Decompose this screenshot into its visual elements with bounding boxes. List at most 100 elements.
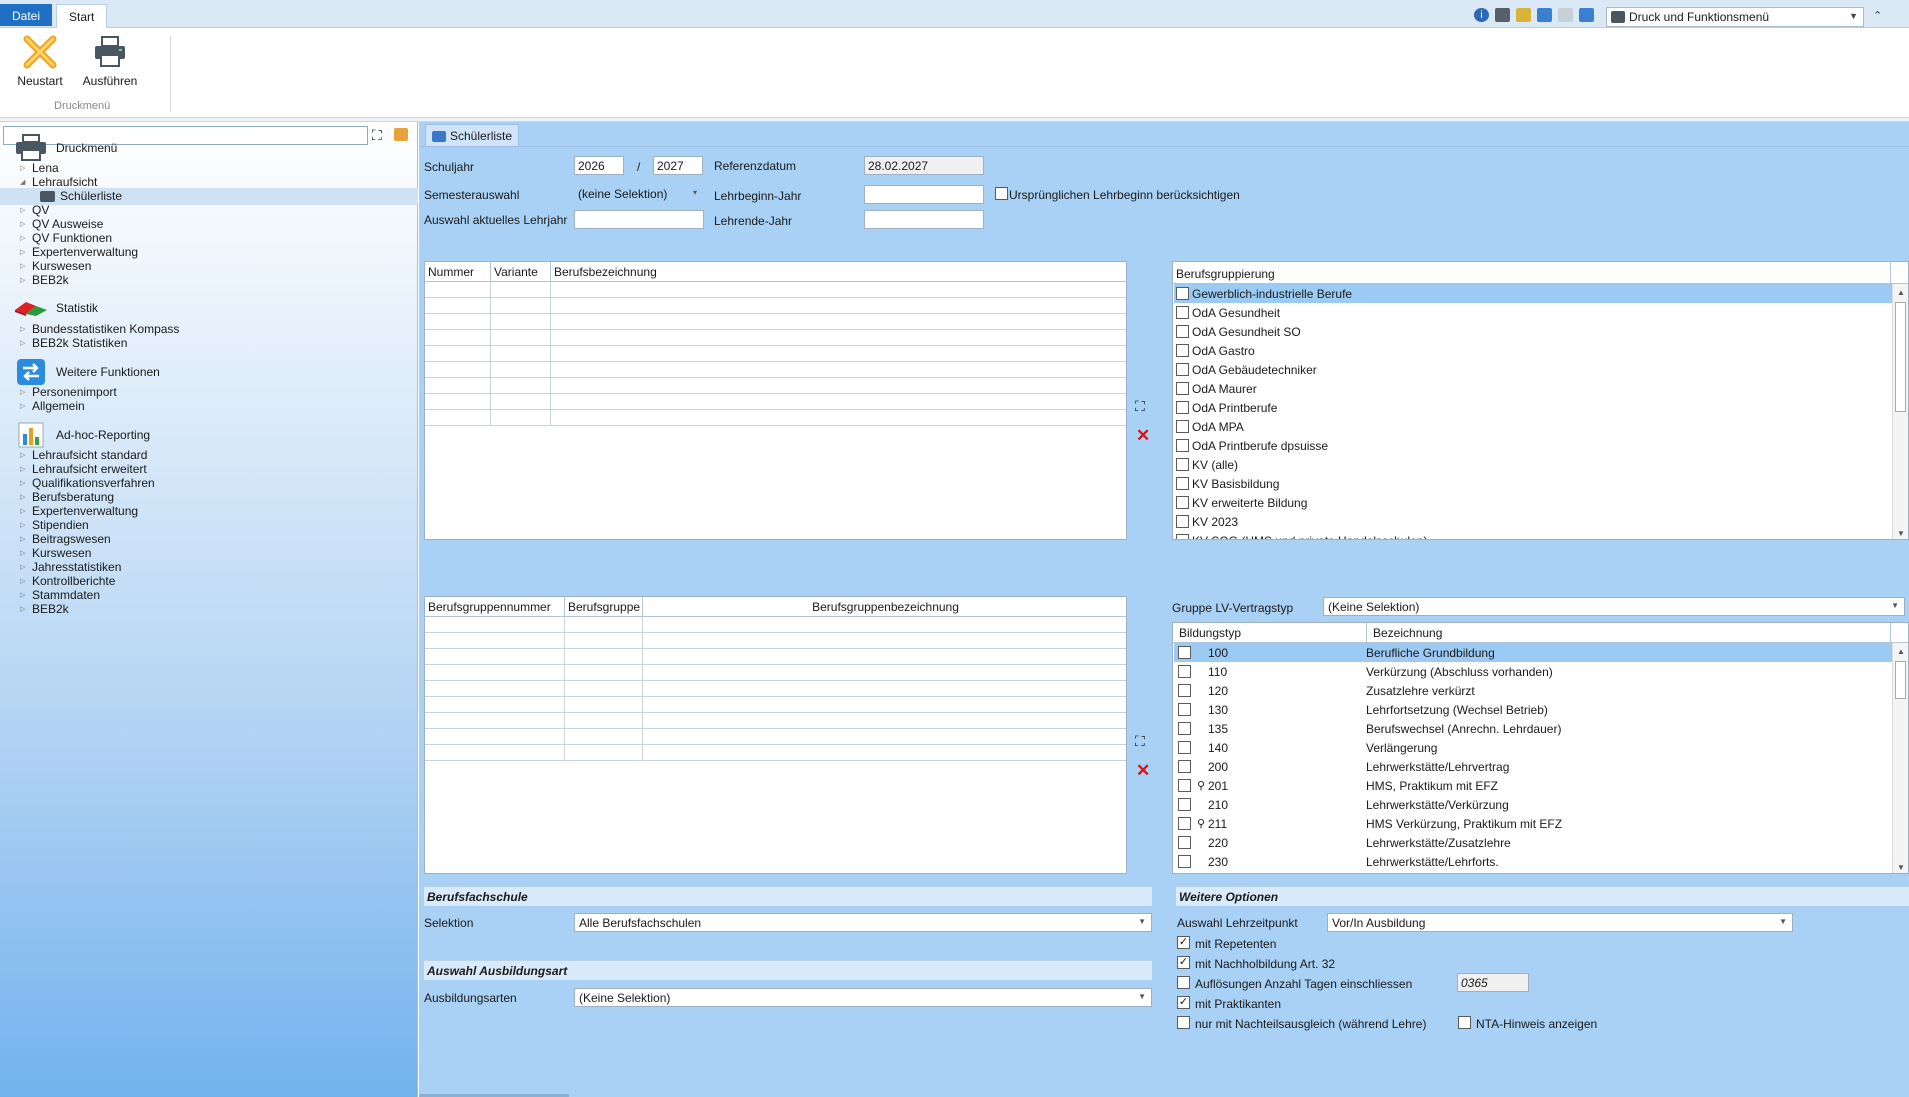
vertragstyp-select[interactable]: (Keine Selektion) ▼ bbox=[1323, 597, 1905, 616]
berufsgruppierung-list[interactable]: Berufsgruppierung Gewerblich-industriell… bbox=[1172, 261, 1909, 540]
list-item[interactable]: 135 Berufswechsel (Anrechn. Lehrdauer) bbox=[1174, 719, 1892, 738]
scrollbar-thumb[interactable] bbox=[1895, 661, 1906, 699]
scroll-up-icon[interactable]: ▲ bbox=[1897, 288, 1905, 297]
list-item[interactable]: 110 Verkürzung (Abschluss vorhanden) bbox=[1174, 662, 1892, 681]
list-item-checkbox[interactable] bbox=[1176, 534, 1189, 539]
info-icon[interactable]: i bbox=[1474, 8, 1489, 22]
section-weitere-funktionen[interactable]: Weitere Funktionen bbox=[14, 358, 160, 386]
aktuelles-lehrjahr-input[interactable] bbox=[574, 210, 704, 229]
person-icon[interactable] bbox=[1516, 8, 1531, 22]
list-item-checkbox[interactable] bbox=[1176, 458, 1189, 471]
list-item-checkbox[interactable] bbox=[1176, 306, 1189, 319]
list-item[interactable]: ⚲ 211 HMS Verkürzung, Praktikum mit EFZ bbox=[1174, 814, 1892, 833]
tab-datei[interactable]: Datei bbox=[0, 4, 52, 26]
list-item-checkbox[interactable] bbox=[1178, 741, 1191, 754]
lehrbeginn-input[interactable] bbox=[864, 185, 984, 204]
list-item[interactable]: OdA Gastro bbox=[1174, 341, 1892, 360]
list-item-checkbox[interactable] bbox=[1178, 855, 1191, 868]
list-item-checkbox[interactable] bbox=[1176, 287, 1189, 300]
list-item-checkbox[interactable] bbox=[1178, 722, 1191, 735]
list-item[interactable]: 200 Lehrwerkstätte/Lehrvertrag bbox=[1174, 757, 1892, 776]
list-item[interactable]: KV Basisbildung bbox=[1174, 474, 1892, 493]
schuljahr-to-input[interactable]: 2027 bbox=[653, 156, 703, 175]
list-item-checkbox[interactable] bbox=[1178, 684, 1191, 697]
scroll-down-icon[interactable]: ▼ bbox=[1897, 529, 1905, 538]
repetenten-checkbox[interactable]: ✓ bbox=[1177, 936, 1190, 949]
semester-select[interactable]: (keine Selektion) ▾ bbox=[574, 185, 702, 204]
nachteilsausgleich-checkbox[interactable] bbox=[1177, 1016, 1190, 1029]
section-statistik[interactable]: Statistik bbox=[14, 294, 98, 322]
list-item[interactable]: Gewerblich-industrielle Berufe bbox=[1174, 284, 1892, 303]
column-header-variante[interactable]: Variante bbox=[491, 262, 551, 281]
list-item-checkbox[interactable] bbox=[1176, 496, 1189, 509]
print-function-menu-select[interactable]: Druck und Funktionsmenü ▼ bbox=[1606, 7, 1864, 27]
column-header-bildungstyp[interactable]: Bildungstyp bbox=[1173, 623, 1367, 642]
folder-icon[interactable] bbox=[394, 128, 408, 141]
vertical-scrollbar[interactable]: ▲ ▼ bbox=[1892, 284, 1908, 539]
column-header-nummer[interactable]: Nummer bbox=[425, 262, 491, 281]
table-row[interactable] bbox=[425, 298, 1126, 314]
praktikanten-checkbox[interactable]: ✓ bbox=[1177, 996, 1190, 1009]
list-item[interactable]: OdA Printberufe bbox=[1174, 398, 1892, 417]
list-item-checkbox[interactable] bbox=[1176, 401, 1189, 414]
table-row[interactable] bbox=[425, 745, 1126, 761]
column-header-berufsgruppierung[interactable]: Berufsgruppierung bbox=[1173, 262, 1891, 283]
table-row[interactable] bbox=[425, 314, 1126, 330]
chart-icon[interactable] bbox=[1537, 8, 1552, 22]
list-item[interactable]: 210 Lehrwerkstätte/Verkürzung bbox=[1174, 795, 1892, 814]
table-row[interactable] bbox=[425, 346, 1126, 362]
list-item-checkbox[interactable] bbox=[1176, 344, 1189, 357]
expand-arrow-icon[interactable]: ▷ bbox=[20, 601, 25, 618]
list-item-checkbox[interactable] bbox=[1176, 382, 1189, 395]
column-header-berufsgruppennummer[interactable]: Berufsgruppennummer bbox=[425, 597, 565, 616]
berufsgruppen-grid[interactable]: Berufsgruppennummer Berufsgruppe Berufsg… bbox=[424, 596, 1127, 874]
table-row[interactable] bbox=[425, 282, 1126, 298]
scroll-up-icon[interactable]: ▲ bbox=[1897, 647, 1905, 656]
list-item-checkbox[interactable] bbox=[1176, 325, 1189, 338]
column-header-bezeichnung[interactable]: Bezeichnung bbox=[1367, 623, 1891, 642]
list-item[interactable]: ⚲231HMS Lehrfortsetzung, Prak. mit EFZ bbox=[1174, 871, 1892, 873]
list-item-checkbox[interactable] bbox=[1178, 836, 1191, 849]
list-item-checkbox[interactable] bbox=[1176, 363, 1189, 376]
table-row[interactable] bbox=[425, 633, 1126, 649]
lehrzeitpunkt-select[interactable]: Vor/In Ausbildung ▼ bbox=[1327, 913, 1793, 932]
sidebar-item-beb2k-2[interactable]: ▷ BEB2k bbox=[20, 601, 69, 618]
table-row[interactable] bbox=[425, 713, 1126, 729]
column-header-berufsgruppe[interactable]: Berufsgruppe bbox=[565, 597, 643, 616]
list-item[interactable]: KV SOG (HMS und private Handelsschulen) bbox=[1174, 531, 1892, 539]
edit-document-icon[interactable] bbox=[1579, 8, 1594, 22]
binoculars-search-icon[interactable]: ⛶ bbox=[1135, 398, 1145, 415]
list-item-checkbox[interactable] bbox=[1178, 703, 1191, 716]
tab-start[interactable]: Start bbox=[56, 4, 108, 29]
table-row[interactable] bbox=[425, 330, 1126, 346]
list-item[interactable]: KV 2023 bbox=[1174, 512, 1892, 531]
lehrende-input[interactable] bbox=[864, 210, 984, 229]
column-header-berufsgruppenbezeichnung[interactable]: Berufsgruppenbezeichnung bbox=[643, 597, 1126, 616]
vertical-scrollbar[interactable]: ▲ ▼ bbox=[1892, 643, 1908, 873]
list-item[interactable]: OdA Maurer bbox=[1174, 379, 1892, 398]
binoculars-search-icon[interactable]: ⛶ bbox=[372, 127, 382, 144]
sidebar-item-beb2k-statistiken[interactable]: ▷ BEB2k Statistiken bbox=[20, 335, 127, 352]
ausbildungsarten-select[interactable]: (Keine Selektion) ▼ bbox=[574, 988, 1152, 1007]
list-item-checkbox[interactable] bbox=[1178, 760, 1191, 773]
sidebar-item-beb2k[interactable]: ▷ BEB2k bbox=[20, 272, 69, 289]
binoculars-search-icon[interactable]: ⛶ bbox=[1135, 733, 1145, 750]
list-item[interactable]: ⚲ 201 HMS, Praktikum mit EFZ bbox=[1174, 776, 1892, 795]
expand-arrow-icon[interactable]: ▷ bbox=[20, 398, 25, 415]
table-row[interactable] bbox=[425, 410, 1126, 426]
table-row[interactable] bbox=[425, 649, 1126, 665]
list-item[interactable]: OdA Gesundheit SO bbox=[1174, 322, 1892, 341]
berufsfachschule-select[interactable]: Alle Berufsfachschulen ▼ bbox=[574, 913, 1152, 932]
schuljahr-from-input[interactable]: 2026 bbox=[574, 156, 624, 175]
list-item-checkbox[interactable] bbox=[1178, 779, 1191, 792]
table-row[interactable] bbox=[425, 362, 1126, 378]
list-item[interactable]: KV erweiterte Bildung bbox=[1174, 493, 1892, 512]
scrollbar-thumb[interactable] bbox=[1895, 302, 1906, 412]
list-item[interactable]: 100 Berufliche Grundbildung bbox=[1174, 643, 1892, 662]
nachholbildung-checkbox[interactable]: ✓ bbox=[1177, 956, 1190, 969]
column-header-berufsbezeichnung[interactable]: Berufsbezeichnung bbox=[551, 262, 1126, 281]
table-row[interactable] bbox=[425, 697, 1126, 713]
list-item-checkbox[interactable] bbox=[1178, 817, 1191, 830]
table-row[interactable] bbox=[425, 729, 1126, 745]
table-row[interactable] bbox=[425, 378, 1126, 394]
